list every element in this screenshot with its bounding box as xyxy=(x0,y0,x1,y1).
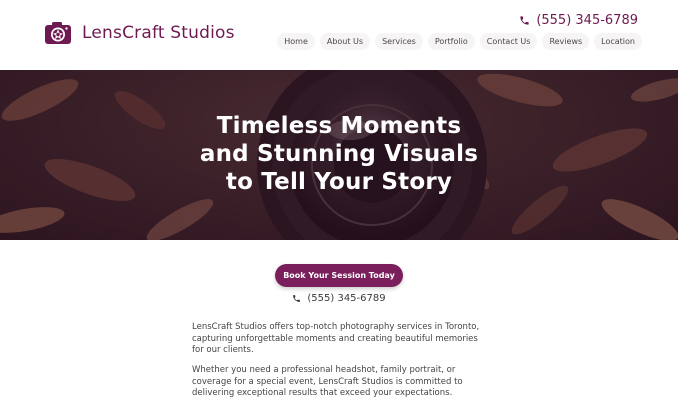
hero-title-line-2: and Stunning Visuals xyxy=(199,141,479,167)
camera-aperture-icon xyxy=(45,22,71,44)
header-phone-number: (555) 345-6789 xyxy=(536,13,638,28)
book-session-button[interactable]: Book Your Session Today xyxy=(275,264,403,287)
intro-paragraph-1: LensCraft Studios offers top-notch photo… xyxy=(192,322,480,355)
hero-title: Timeless Moments and Stunning Visuals to… xyxy=(0,112,678,196)
main-nav: Home About Us Services Portfolio Contact… xyxy=(277,33,642,50)
hero-title-line-3: to Tell Your Story xyxy=(225,169,453,195)
site-header: LensCraft Studios (555) 345-6789 Home Ab… xyxy=(0,0,678,70)
phone-icon xyxy=(520,16,529,25)
nav-item-about-us[interactable]: About Us xyxy=(319,33,371,50)
brand-name: LensCraft Studios xyxy=(82,23,235,43)
nav-item-location[interactable]: Location xyxy=(594,33,642,50)
nav-item-home[interactable]: Home xyxy=(277,33,315,50)
intro-paragraph-2: Whether you need a professional headshot… xyxy=(192,365,463,398)
nav-item-services[interactable]: Services xyxy=(375,33,423,50)
nav-item-portfolio[interactable]: Portfolio xyxy=(427,33,475,50)
nav-item-reviews[interactable]: Reviews xyxy=(542,33,590,50)
hero-title-line-1: Timeless Moments xyxy=(216,113,462,139)
header-phone[interactable]: (555) 345-6789 xyxy=(519,13,638,28)
brand[interactable]: LensCraft Studios xyxy=(44,20,235,46)
nav-item-contact-us[interactable]: Contact Us xyxy=(479,33,538,50)
phone-icon xyxy=(293,295,301,302)
contact-phone[interactable]: (555) 345-6789 xyxy=(0,293,678,304)
contact-phone-number: (555) 345-6789 xyxy=(307,293,386,304)
hero-banner: Timeless Moments and Stunning Visuals to… xyxy=(0,70,678,240)
